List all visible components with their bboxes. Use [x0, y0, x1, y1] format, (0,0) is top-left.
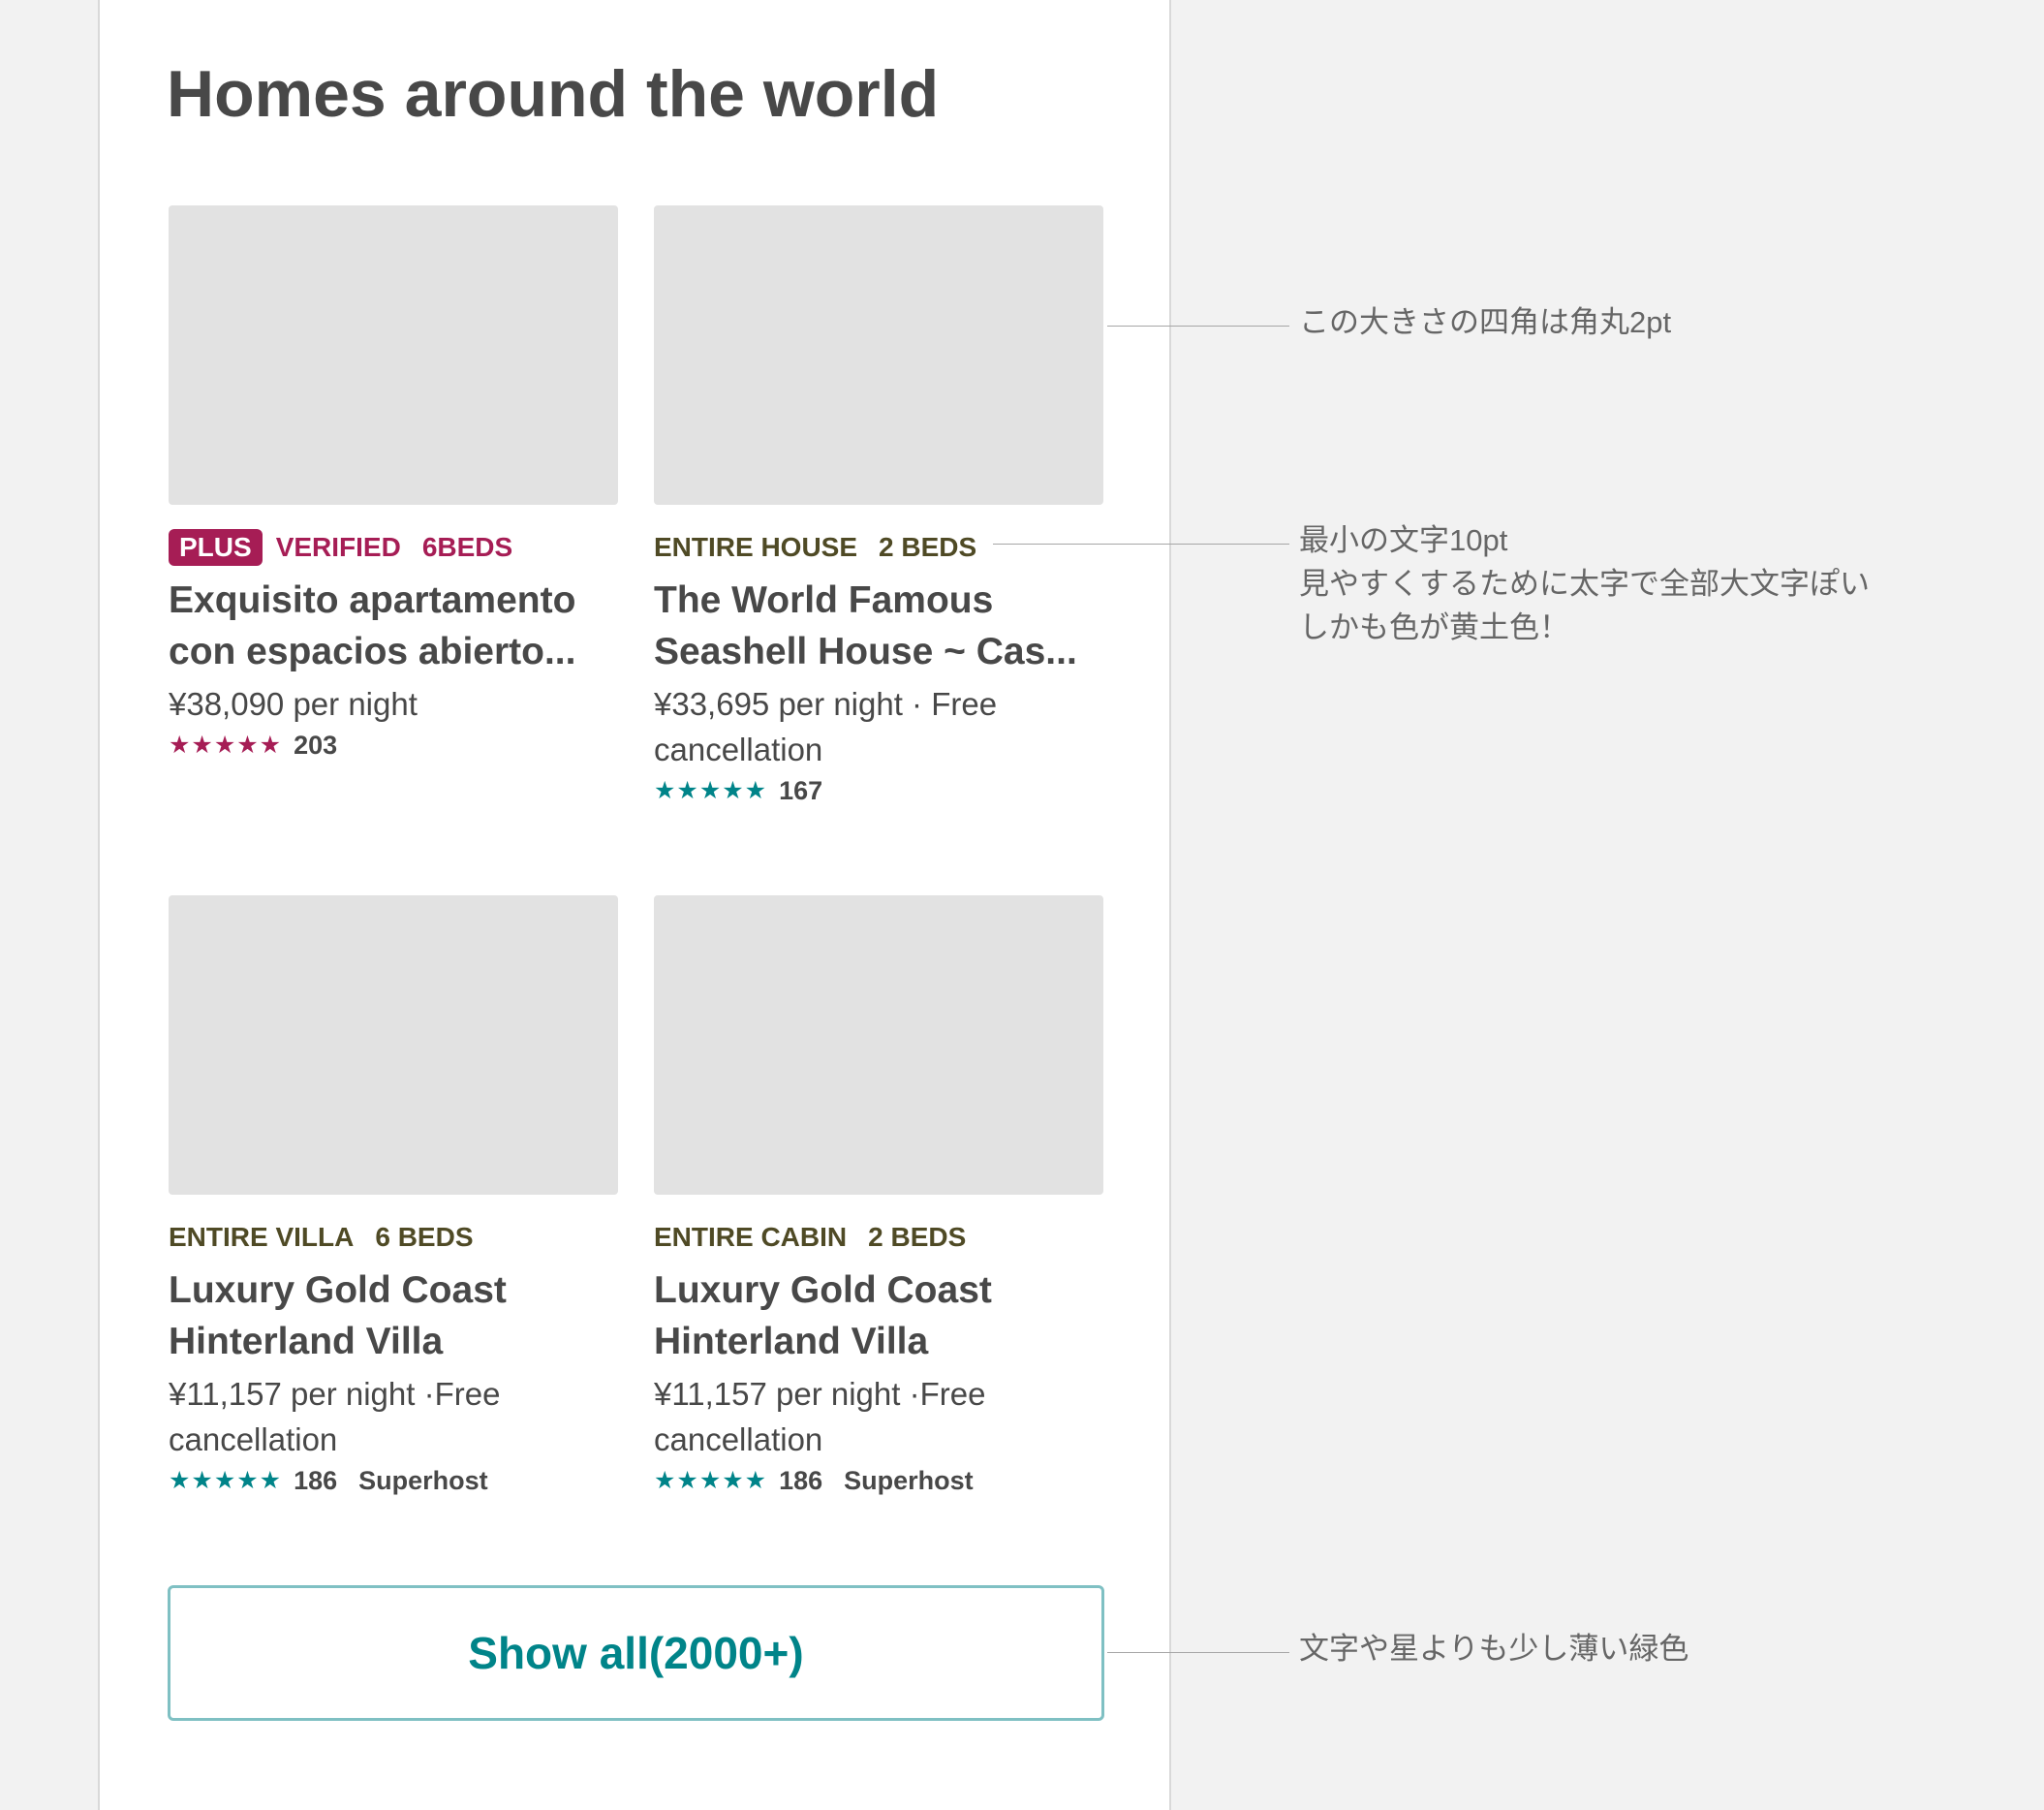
- listing-price-line: ¥38,090 per night: [169, 686, 418, 722]
- listing-tag: VERIFIED: [275, 532, 401, 562]
- listing-meta: PLUS VERIFIED 6BEDS: [169, 526, 618, 569]
- listing-price-line: ¥33,695 per night · Free: [654, 686, 998, 722]
- review-count: 203: [294, 730, 338, 760]
- listing-rating: ★★★★★ 186 Superhost: [169, 1464, 618, 1497]
- annotation-connector: [1107, 1652, 1289, 1653]
- listing-photo[interactable]: [654, 895, 1103, 1195]
- page-title: Homes around the world: [167, 57, 940, 131]
- listing-price-line: ¥11,157 per night ·Free: [169, 1376, 501, 1412]
- listing-tag: ENTIRE HOUSE: [654, 532, 858, 562]
- star-rating-icon: ★★★★★: [654, 777, 768, 804]
- listing-title[interactable]: Luxury Gold Coast Hinterland Villa: [169, 1264, 618, 1367]
- annotation-line: しかも色が黄土色！: [1299, 610, 1569, 644]
- show-all-button[interactable]: Show all(2000+): [168, 1585, 1104, 1721]
- listing-price-line: cancellation: [169, 1421, 338, 1457]
- listing-meta: ENTIRE HOUSE 2 BEDS: [654, 526, 1103, 569]
- listing-tag: 2 BEDS: [868, 1222, 967, 1252]
- star-rating-icon: ★★★★★: [169, 732, 283, 759]
- superhost-badge: Superhost: [844, 1465, 974, 1495]
- listing-title-line: Luxury Gold Coast: [654, 1269, 992, 1311]
- star-rating-icon: ★★★★★: [654, 1467, 768, 1494]
- listing-card[interactable]: ENTIRE HOUSE 2 BEDS The World Famous Sea…: [654, 205, 1103, 807]
- annotation-connector: [993, 544, 1289, 545]
- listing-card[interactable]: ENTIRE CABIN 2 BEDS Luxury Gold Coast Hi…: [654, 895, 1103, 1497]
- listing-title[interactable]: Exquisito apartamento con espacios abier…: [169, 575, 618, 677]
- listing-title-line: Exquisito apartamento: [169, 579, 576, 621]
- annotation-line: 見やすくするために太字で全部大文字ぽい: [1299, 567, 1870, 601]
- listing-title[interactable]: Luxury Gold Coast Hinterland Villa: [654, 1264, 1103, 1367]
- listing-title-line: Hinterland Villa: [654, 1321, 929, 1362]
- listing-photo[interactable]: [654, 205, 1103, 505]
- annotation-connector: [1107, 326, 1289, 327]
- review-count: 167: [779, 775, 823, 805]
- annotation-note: この大きさの四角は角丸2pt: [1299, 300, 1671, 344]
- listing-price: ¥33,695 per night · Free cancellation: [654, 681, 1103, 772]
- listing-meta: ENTIRE CABIN 2 BEDS: [654, 1216, 1103, 1259]
- listing-tag: 6 BEDS: [375, 1222, 474, 1252]
- listing-tag: ENTIRE CABIN: [654, 1222, 848, 1252]
- listing-card[interactable]: PLUS VERIFIED 6BEDS Exquisito apartament…: [169, 205, 618, 762]
- listing-price: ¥11,157 per night ·Free cancellation: [169, 1371, 618, 1462]
- annotation-line: 最小の文字10pt: [1299, 523, 1508, 557]
- listing-photo[interactable]: [169, 895, 618, 1195]
- listing-price: ¥11,157 per night ·Free cancellation: [654, 1371, 1103, 1462]
- listing-card[interactable]: ENTIRE VILLA 6 BEDS Luxury Gold Coast Hi…: [169, 895, 618, 1497]
- listing-title-line: Luxury Gold Coast: [169, 1269, 507, 1311]
- listing-meta: ENTIRE VILLA 6 BEDS: [169, 1216, 618, 1259]
- listing-title-line: Hinterland Villa: [169, 1321, 444, 1362]
- listing-tag: 6BEDS: [421, 532, 513, 562]
- listing-rating: ★★★★★ 186 Superhost: [654, 1464, 1103, 1497]
- listing-price: ¥38,090 per night: [169, 681, 618, 727]
- listing-price-line: cancellation: [654, 732, 823, 767]
- annotation-line: 文字や星よりも少し薄い緑色: [1299, 1632, 1689, 1666]
- star-rating-icon: ★★★★★: [169, 1467, 283, 1494]
- listing-rating: ★★★★★ 203: [169, 729, 618, 762]
- annotation-note: 文字や星よりも少し薄い緑色: [1299, 1627, 1688, 1670]
- review-count: 186: [294, 1465, 338, 1495]
- listing-photo[interactable]: [169, 205, 618, 505]
- listing-title-line: con espacios abierto...: [169, 631, 576, 672]
- listing-price-line: ¥11,157 per night ·Free: [654, 1376, 986, 1412]
- review-count: 186: [779, 1465, 823, 1495]
- listing-title[interactable]: The World Famous Seashell House ~ Cas...: [654, 575, 1103, 677]
- listing-title-line: The World Famous: [654, 579, 994, 621]
- listing-tag: 2 BEDS: [879, 532, 977, 562]
- superhost-badge: Superhost: [358, 1465, 488, 1495]
- plus-badge: PLUS: [169, 529, 263, 566]
- annotation-note: 最小の文字10pt 見やすくするために太字で全部大文字ぽい しかも色が黄土色！: [1299, 518, 1870, 649]
- listing-tag: ENTIRE VILLA: [169, 1222, 355, 1252]
- listing-rating: ★★★★★ 167: [654, 774, 1103, 807]
- annotation-line: この大きさの四角は角丸2pt: [1299, 305, 1672, 339]
- listing-price-line: cancellation: [654, 1421, 823, 1457]
- listing-title-line: Seashell House ~ Cas...: [654, 631, 1077, 672]
